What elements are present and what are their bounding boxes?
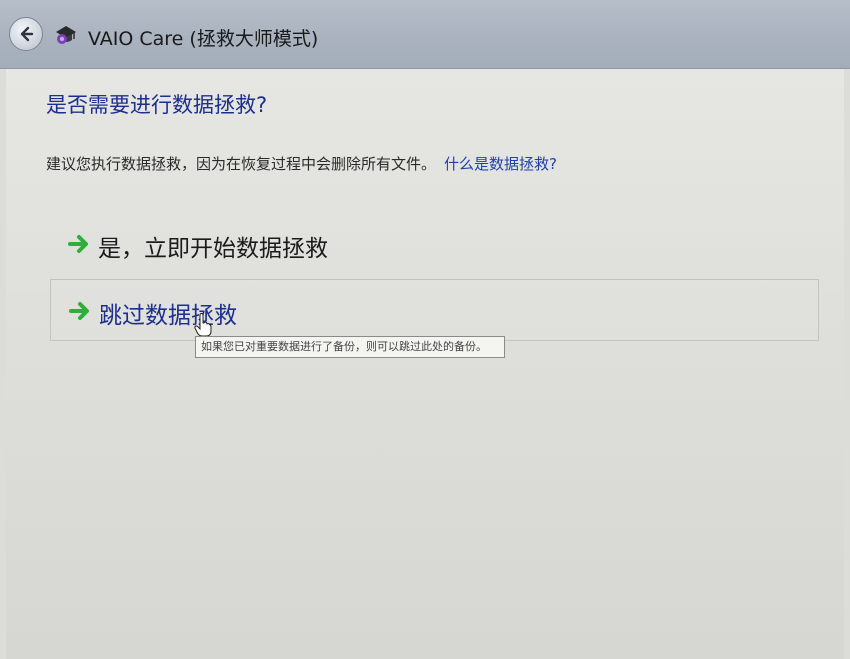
description-body: 建议您执行数据拯救，因为在恢复过程中会删除所有文件。 [46,155,437,173]
vaio-care-window: VAIO Care (拯救大师模式) 是否需要进行数据拯救? 建议您执行数据拯救… [0,0,850,659]
green-arrow-icon [68,235,88,253]
description-text: 建议您执行数据拯救，因为在恢复过程中会删除所有文件。 什么是数据拯救? [46,153,557,174]
back-arrow-icon [20,26,34,42]
option-skip-rescue[interactable]: 跳过数据拯救 [50,279,819,341]
hand-cursor-icon [194,313,212,337]
main-content: 是否需要进行数据拯救? 建议您执行数据拯救，因为在恢复过程中会删除所有文件。 什么… [6,69,844,659]
skip-rescue-tooltip: 如果您已对重要数据进行了备份，则可以跳过此处的备份。 [195,336,505,358]
option-skip-rescue-label: 跳过数据拯救 [99,303,237,329]
option-start-rescue[interactable]: 是，立即开始数据拯救 [50,213,819,275]
green-arrow-icon [69,302,89,320]
option-start-rescue-label: 是，立即开始数据拯救 [98,236,328,262]
page-heading: 是否需要进行数据拯救? [46,93,268,117]
title-bar: VAIO Care (拯救大师模式) [0,0,850,69]
help-link-data-rescue[interactable]: 什么是数据拯救? [444,155,557,173]
window-title: VAIO Care (拯救大师模式) [88,28,319,50]
vaio-care-app-icon [56,26,76,44]
back-button[interactable] [9,17,43,51]
